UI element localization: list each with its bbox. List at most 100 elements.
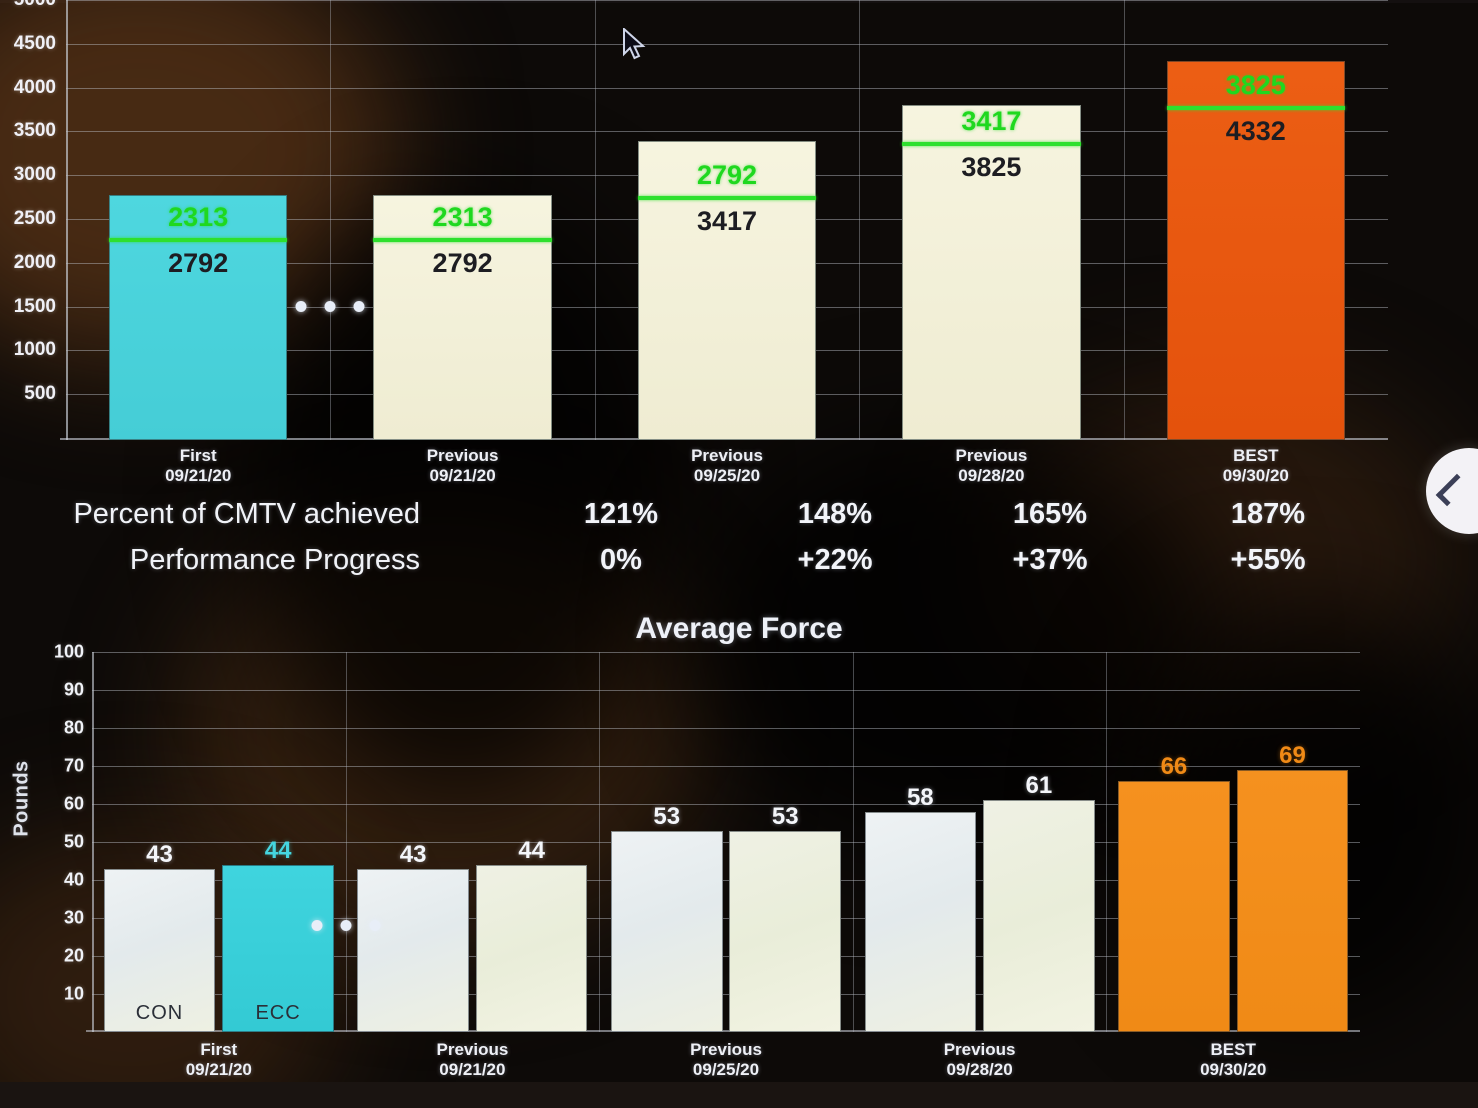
metric-value: 148% (797, 498, 873, 530)
bar-average-force-ecc[interactable]: 69 (1236, 742, 1349, 1032)
y-axis-tick-label: 3000 (13, 164, 56, 186)
ellipsis-dot (340, 919, 352, 931)
series-legend-ecc: ECC (255, 1002, 301, 1024)
metric-value: +37% (1012, 544, 1088, 576)
y-axis-tick-label: 10 (63, 983, 84, 1004)
ellipsis-gap-indicator (311, 919, 381, 931)
reference-value-label: 3825 (1225, 69, 1286, 100)
series-legend-con: CON (135, 1002, 184, 1024)
x-axis-category: Previous 09/25/20 (690, 1040, 762, 1079)
bar-average-force-ecc[interactable]: 44 ECC (222, 837, 334, 1032)
bar-average-force-con[interactable]: 53 (610, 803, 723, 1032)
category-separator (330, 0, 332, 440)
bar-average-force-ecc[interactable]: 53 (729, 803, 842, 1032)
bar-total-work[interactable]: 2313 2792 (108, 195, 288, 440)
reference-value-label: 2313 (168, 202, 229, 233)
category-date: 09/21/20 (165, 465, 232, 485)
reference-line (902, 141, 1081, 146)
category-name: BEST (1210, 1040, 1256, 1059)
category-name: First (200, 1040, 238, 1059)
category-separator (345, 652, 347, 1032)
bar-average-force-con[interactable]: 43 CON (103, 841, 216, 1032)
bar-average-force-con[interactable]: 58 (864, 784, 977, 1032)
bar-value-label: 2792 (432, 248, 493, 279)
y-axis-tick-label: 20 (63, 945, 84, 966)
reference-value-label: 3417 (961, 105, 1022, 136)
category-separator (599, 652, 601, 1032)
category-separator (1106, 652, 1108, 1032)
y-axis-tick-label: 500 (24, 383, 56, 405)
bar-total-work[interactable]: 3417 3825 (902, 104, 1081, 440)
metric-value: 187% (1230, 498, 1306, 530)
chevron-left-icon (1435, 473, 1469, 507)
bar-total-work[interactable]: 2313 2792 (373, 195, 552, 440)
bar-value-label: 53 (653, 802, 681, 830)
bar-value-label: 44 (518, 836, 546, 864)
metric-row: Percent of CMTV achieved 121% 148% 165% 187% (0, 498, 1478, 544)
y-axis-tick-label: 3500 (13, 120, 56, 142)
bar-average-force-ecc[interactable]: 44 (475, 837, 588, 1032)
category-date: 09/21/20 (439, 1059, 506, 1079)
bar-value-label: 58 (906, 783, 934, 811)
total-work-chart: 500100015002000250030003500400045005000 … (0, 0, 1478, 485)
bar-average-force-ecc[interactable]: 61 (983, 772, 1095, 1032)
metric-row: Performance Progress 0% +22% +37% +55% (0, 544, 1478, 590)
x-axis-category: Previous 09/21/20 (427, 446, 499, 485)
bar-value-label: 43 (146, 840, 173, 868)
category-name: Previous (426, 446, 499, 465)
plot-area-top: 2313 2792 2313 2792 2792 3417 3417 3825 3825 4332 (60, 0, 1388, 440)
y-axis-tick-label: 90 (63, 679, 84, 700)
bar-total-work[interactable]: 3825 4332 (1166, 60, 1346, 440)
category-separator (594, 0, 596, 440)
average-force-chart: Average Force Pounds 10 20 30 40 50 60 70 80 90 1… (0, 612, 1478, 1082)
ellipsis-gap-indicator (295, 300, 365, 312)
y-axis-tick-label: 2000 (13, 251, 56, 273)
y-axis-line-top (66, 0, 68, 440)
category-separator (852, 652, 854, 1032)
bar-average-force-con[interactable]: 43 (357, 841, 469, 1032)
reference-line (637, 196, 817, 201)
category-date: 09/21/20 (429, 465, 496, 485)
category-date: 09/28/20 (958, 465, 1025, 485)
reference-line (108, 238, 288, 243)
y-axis-tick-label: 80 (63, 717, 84, 738)
x-axis-category: BEST 09/30/20 (1223, 446, 1289, 485)
y-axis-tick-label: 5000 (14, 0, 56, 11)
y-axis-tick-label: 30 (63, 907, 84, 928)
category-name: First (179, 446, 217, 465)
category-date: 09/21/20 (185, 1059, 252, 1079)
metric-value: +22% (797, 544, 873, 576)
bar-total-work[interactable]: 2792 3417 (637, 140, 817, 440)
chart-title-average-force: Average Force (635, 612, 843, 645)
reference-line (373, 238, 552, 243)
metric-value: 0% (600, 544, 642, 576)
category-name: Previous (691, 446, 763, 465)
metric-label: Percent of CMTV achieved (73, 498, 420, 530)
metric-label: Performance Progress (129, 544, 420, 576)
ellipsis-dot (295, 300, 307, 312)
y-axis-tick-label: 4000 (13, 76, 56, 98)
y-axis-tick-label: 60 (63, 793, 84, 814)
x-axis-category: Previous 09/25/20 (691, 446, 763, 485)
ellipsis-dot (311, 919, 323, 931)
category-separator (859, 0, 861, 440)
x-axis-category: First 09/21/20 (186, 1040, 252, 1079)
x-axis-category: Previous 09/28/20 (955, 446, 1027, 485)
category-date: 09/28/20 (946, 1059, 1013, 1079)
x-axis-category: Previous 09/28/20 (944, 1040, 1016, 1079)
reference-value-label: 2313 (432, 202, 493, 233)
gridline (92, 690, 1360, 691)
screenshot-root: 500100015002000250030003500400045005000 … (0, 0, 1478, 1108)
bar-value-label: 3417 (696, 206, 758, 237)
metrics-table: Percent of CMTV achieved 121% 148% 165% 187%… (0, 498, 1478, 608)
bar-average-force-con[interactable]: 66 (1118, 753, 1230, 1032)
reference-value-label: 2792 (696, 160, 758, 191)
category-separator (1123, 0, 1125, 440)
category-date: 09/30/20 (1222, 465, 1289, 485)
y-axis-tick-label: 70 (63, 755, 84, 776)
category-name: Previous (690, 1040, 762, 1059)
category-date: 09/25/20 (692, 1059, 760, 1079)
metric-value: 165% (1012, 498, 1088, 530)
bar-value-label: 44 (264, 836, 292, 864)
bar-value-label: 61 (1025, 772, 1053, 800)
